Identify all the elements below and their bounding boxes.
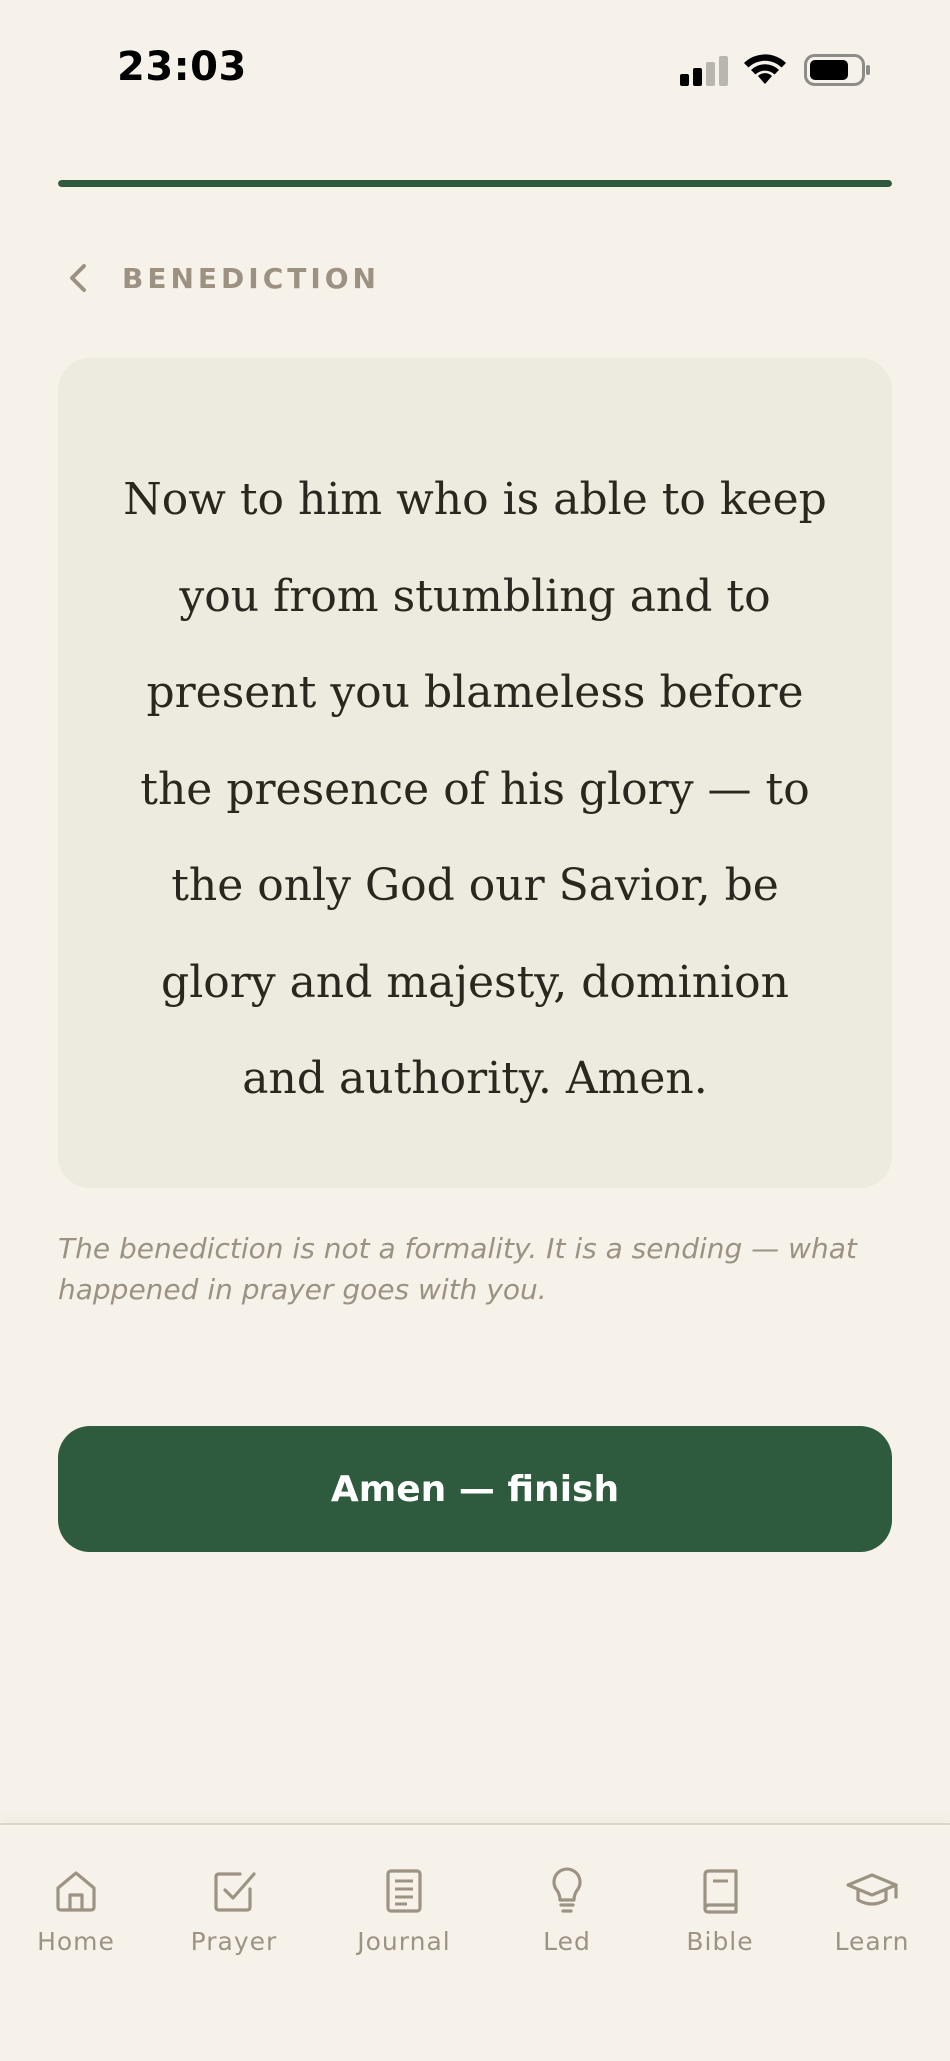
scripture-line: you from stumbling and to	[179, 570, 771, 622]
home-icon[interactable]	[50, 1865, 102, 1917]
tab-label: Led	[543, 1927, 591, 1956]
scripture-line: Now to him who is able to keep	[123, 474, 827, 525]
scripture-line: the presence of his glory — to	[140, 763, 810, 815]
amen-finish-button[interactable]: Amen — finish	[58, 1426, 892, 1552]
tab-bible[interactable]: Bible	[655, 1865, 785, 1956]
journal-icon[interactable]	[378, 1865, 430, 1917]
tab-led[interactable]: Led	[502, 1865, 632, 1956]
status-time: 23:03	[117, 44, 247, 90]
tab-prayer[interactable]: Prayer	[169, 1865, 299, 1956]
scripture-line: glory and majesty, dominion	[161, 956, 789, 1008]
session-progress-bar	[58, 180, 892, 187]
reflection-note: The benediction is not a formality. It i…	[58, 1232, 857, 1306]
tab-label: Learn	[834, 1927, 910, 1956]
tab-label: Home	[37, 1927, 115, 1956]
checkbox-icon[interactable]	[208, 1865, 260, 1917]
tab-label: Journal	[357, 1927, 451, 1956]
tab-journal[interactable]: Journal	[339, 1865, 469, 1956]
cellular-signal-icon	[680, 56, 728, 86]
scripture-line: the only God our Savior, be	[171, 860, 779, 911]
battery-icon	[804, 54, 870, 86]
scripture-card: Now to him who is able to keep you from …	[58, 358, 892, 1188]
scripture-line: present you blameless before	[146, 667, 804, 718]
back-button[interactable]: BENEDICTION	[58, 258, 380, 298]
wifi-icon	[744, 54, 786, 84]
status-bar: 23:03	[0, 0, 950, 140]
graduation-cap-icon[interactable]	[846, 1865, 898, 1917]
section-title: BENEDICTION	[122, 261, 380, 295]
tab-label: Prayer	[190, 1927, 278, 1956]
bottom-tab-bar: Home Prayer Journal Led Bible Learn	[0, 1823, 950, 2061]
scripture-text: Now to him who is able to keep you from …	[118, 452, 832, 1128]
session-progress-fill	[58, 180, 892, 187]
tab-label: Bible	[686, 1927, 754, 1956]
chevron-left-icon[interactable]	[58, 258, 98, 298]
lightbulb-icon[interactable]	[541, 1865, 593, 1917]
tab-home[interactable]: Home	[11, 1865, 141, 1956]
tab-learn[interactable]: Learn	[807, 1865, 937, 1956]
scripture-line: and authority. Amen.	[242, 1053, 708, 1104]
book-icon[interactable]	[694, 1865, 746, 1917]
